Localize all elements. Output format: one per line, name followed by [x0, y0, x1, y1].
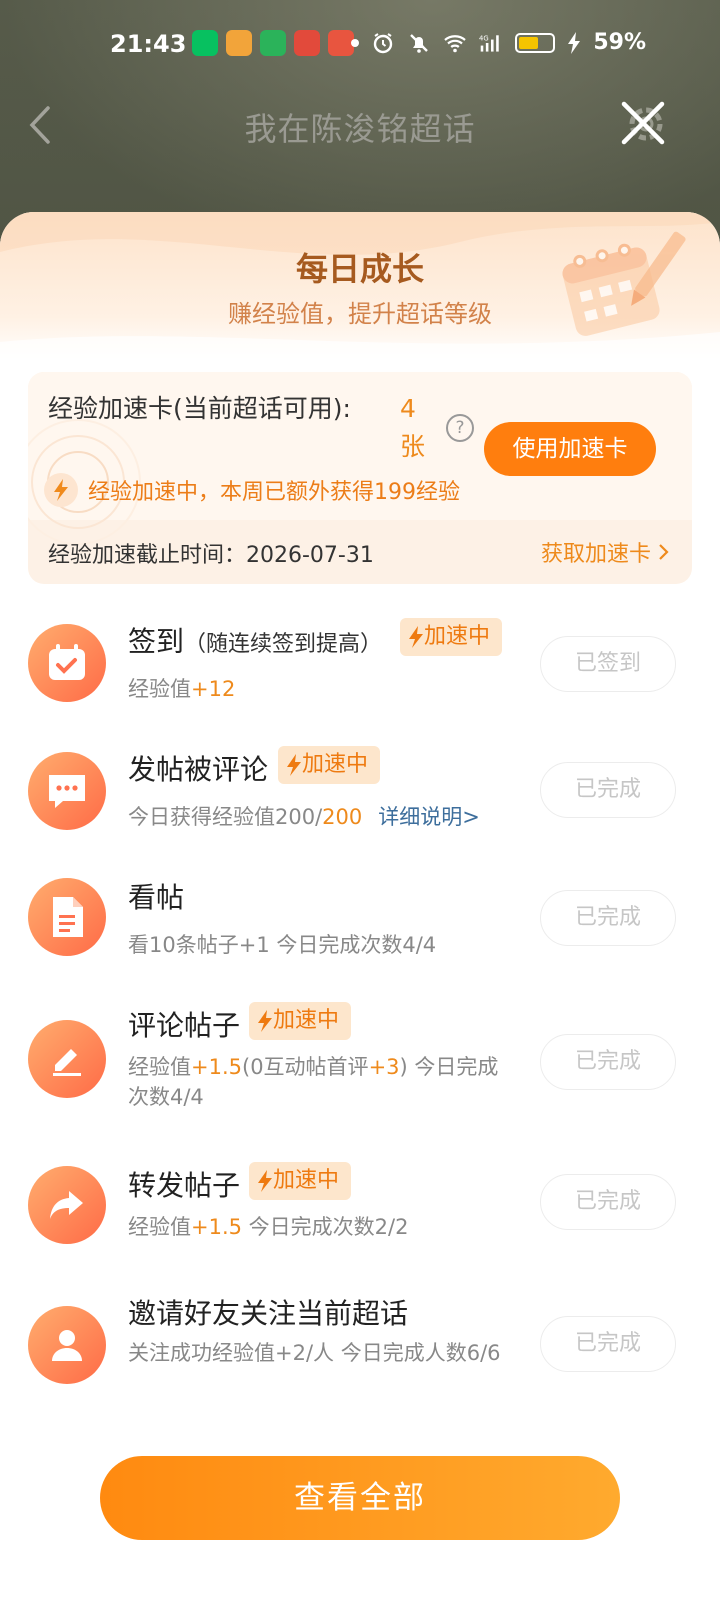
status-bar: 21:43 4G 59% — [0, 0, 720, 90]
boost-tag: 加速中 — [278, 746, 381, 784]
task-repost: 转发帖子 加速中 经验值+1.5 今日完成次数2/2 已完成 — [0, 1162, 720, 1262]
game-app-icon — [328, 30, 354, 56]
battery-percent: 59% — [593, 30, 646, 55]
task-title: 签到（随连续签到提高） — [128, 620, 382, 660]
user-icon — [28, 1306, 106, 1384]
wechat-icon — [192, 30, 218, 56]
growth-title: 每日成长 — [295, 250, 424, 288]
task-desc: 经验值+12 — [128, 674, 518, 704]
task-desc-text: 今日获得经验值200/ — [128, 805, 323, 829]
boost-tag-label: 加速中 — [273, 1008, 340, 1033]
weibo-icon — [226, 30, 252, 56]
document-icon — [28, 878, 106, 956]
task-checkin: 签到（随连续签到提高） 加速中 经验值+12 已签到 — [0, 618, 720, 718]
boost-tag-label: 加速中 — [302, 752, 369, 777]
comment-posts-done-button[interactable]: 已完成 — [540, 1034, 676, 1090]
calendar-check-icon — [28, 624, 106, 702]
chevron-right-icon — [659, 544, 669, 560]
task-desc: 经验值+1.5(0互动帖首评+3) 今日完成次数4/4 — [128, 1052, 518, 1112]
bolt-icon — [258, 1010, 272, 1032]
daily-growth-sheet: 每日成长 赚经验值，提升超话等级 经验加速卡(当前超话可用): 4张 ? 使用加… — [0, 212, 720, 1612]
boost-tag: 加速中 — [400, 618, 503, 656]
boost-card-count: 4张 — [400, 394, 426, 461]
bolt-icon — [409, 626, 423, 648]
pencil-icon — [28, 1020, 106, 1098]
task-invite-friends: 邀请好友关注当前超话 关注成功经验值+2/人 今日完成人数6/6 已完成 — [0, 1292, 720, 1412]
boost-tag: 加速中 — [249, 1162, 352, 1200]
mute-bell-icon — [410, 33, 429, 53]
task-post-commented: 发帖被评论 加速中 今日获得经验值200/200 详细说明> 已完成 — [0, 746, 720, 846]
comment-icon — [28, 752, 106, 830]
news-app-icon — [294, 30, 320, 56]
boost-tag: 加速中 — [249, 1002, 352, 1040]
task-desc-text: 经验值 — [128, 1215, 191, 1239]
task-comment-posts: 评论帖子 加速中 经验值+1.5(0互动帖首评+3) 今日完成次数4/4 已完成 — [0, 1002, 720, 1122]
bolt-icon — [44, 473, 78, 507]
bolt-icon — [287, 754, 301, 776]
task-desc: 看10条帖子+1 今日完成次数4/4 — [128, 933, 437, 957]
help-icon[interactable]: ? — [446, 414, 474, 442]
task-title: 邀请好友关注当前超话 — [128, 1297, 409, 1330]
boost-tag-label: 加速中 — [424, 624, 491, 649]
alarm-icon — [374, 32, 393, 53]
share-arrow-icon — [28, 1166, 106, 1244]
view-all-button[interactable]: 查看全部 — [100, 1456, 620, 1540]
use-boost-card-button[interactable]: 使用加速卡 — [484, 422, 656, 476]
post-commented-done-button[interactable]: 已完成 — [540, 762, 676, 818]
task-desc: 关注成功经验值+2/人 今日完成人数6/6 — [128, 1341, 501, 1365]
boost-card: 经验加速卡(当前超话可用): 4张 ? 使用加速卡 经验加速中，本周已额外获得1… — [28, 372, 692, 584]
video-app-icon — [260, 30, 286, 56]
close-button[interactable] — [616, 96, 672, 152]
task-desc-highlight: +3 — [368, 1055, 400, 1079]
get-boost-card-label: 获取加速卡 — [540, 542, 651, 567]
view-posts-done-button[interactable]: 已完成 — [540, 890, 676, 946]
invite-friends-done-button[interactable]: 已完成 — [540, 1316, 676, 1372]
task-desc-text: (0互动帖首评 — [242, 1055, 369, 1079]
boost-status: 经验加速中，本周已额外获得199经验 — [44, 473, 460, 507]
notification-dot-icon — [351, 38, 360, 47]
status-time: 21:43 — [110, 30, 187, 58]
repost-done-button[interactable]: 已完成 — [540, 1174, 676, 1230]
boost-deadline: 经验加速截止时间：2026-07-31 — [48, 543, 374, 568]
task-desc-highlight: +12 — [191, 677, 236, 701]
svg-text:4G: 4G — [479, 34, 489, 42]
boost-card-label: 经验加速卡(当前超话可用): — [48, 394, 351, 423]
bolt-icon — [258, 1170, 272, 1192]
task-desc-text: 今日完成次数2/2 — [242, 1215, 409, 1239]
task-desc-highlight: 200 — [322, 805, 363, 829]
boost-status-text: 经验加速中，本周已额外获得199经验 — [88, 480, 460, 505]
task-desc-highlight: +1.5 — [191, 1215, 242, 1239]
notification-icons — [192, 30, 354, 56]
battery-icon — [515, 32, 556, 53]
charging-bolt-icon — [568, 31, 581, 54]
task-title-text: 签到 — [128, 625, 185, 658]
wifi-icon — [444, 34, 467, 52]
status-right: 4G 59% — [351, 30, 646, 55]
page-title: 我在陈浚铭超话 — [244, 110, 476, 148]
task-desc-text: 经验值 — [128, 1055, 191, 1079]
growth-banner: 每日成长 赚经验值，提升超话等级 — [0, 212, 720, 362]
boost-tag-label: 加速中 — [273, 1168, 340, 1193]
task-view-posts: 看帖 看10条帖子+1 今日完成次数4/4 已完成 — [0, 874, 720, 974]
task-title: 看帖 — [128, 881, 185, 914]
signal-icon: 4G — [479, 34, 500, 52]
task-desc: 经验值+1.5 今日完成次数2/2 — [128, 1212, 518, 1242]
task-desc-highlight: +1.5 — [191, 1055, 242, 1079]
growth-subtitle: 赚经验值，提升超话等级 — [228, 300, 492, 328]
checkin-done-button[interactable]: 已签到 — [540, 636, 676, 692]
get-boost-card-link[interactable]: 获取加速卡 — [541, 536, 670, 568]
task-title-sub: （随连续签到提高） — [184, 632, 383, 657]
task-title: 发帖被评论 — [128, 753, 269, 786]
task-desc-text: 经验值 — [128, 677, 191, 701]
task-title: 转发帖子 — [128, 1169, 241, 1202]
detail-link[interactable]: 详细说明> — [378, 805, 480, 829]
task-title: 评论帖子 — [128, 1009, 241, 1042]
task-desc: 今日获得经验值200/200 详细说明> — [128, 802, 528, 832]
